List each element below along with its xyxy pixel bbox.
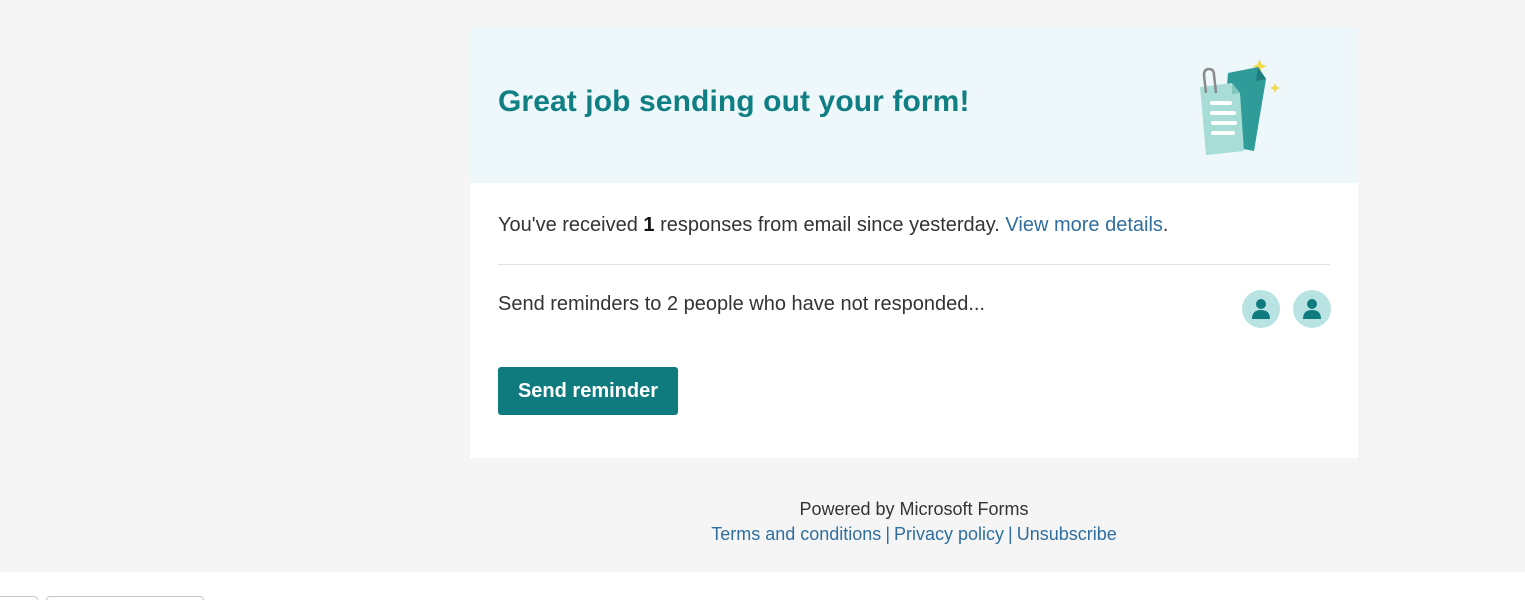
forms-document-illustration-icon bbox=[1200, 59, 1280, 155]
send-reminder-button[interactable]: Send reminder bbox=[498, 367, 678, 415]
footer-links: Terms and conditions | Privacy policy | Unsu… bbox=[470, 522, 1358, 547]
notification-card: Great job sending out your form! You've … bbox=[470, 27, 1358, 458]
email-canvas: Great job sending out your form! You've … bbox=[0, 0, 1525, 572]
divider bbox=[498, 264, 1330, 265]
powered-by-text: Powered by Microsoft Forms bbox=[799, 499, 1029, 519]
footer-separator: | bbox=[885, 524, 890, 544]
summary-trailing: . bbox=[1162, 214, 1169, 236]
terms-and-conditions-link[interactable]: Terms and conditions bbox=[711, 524, 881, 544]
hero-banner: Great job sending out your form! bbox=[470, 27, 1358, 183]
view-more-details-link[interactable]: View more details bbox=[1005, 214, 1162, 236]
footer-separator: | bbox=[1008, 524, 1013, 544]
summary-prefix: You've received bbox=[498, 214, 644, 236]
response-count: 1 bbox=[643, 214, 655, 236]
avatar bbox=[1242, 290, 1280, 328]
bottom-toolbar-button[interactable] bbox=[46, 596, 204, 600]
unsubscribe-link[interactable]: Unsubscribe bbox=[1017, 524, 1117, 544]
person-icon bbox=[1252, 299, 1270, 319]
responses-summary: You've received 1 responses from email s… bbox=[498, 214, 1168, 237]
avatar bbox=[1293, 290, 1331, 328]
email-footer: Powered by Microsoft Forms Terms and con… bbox=[470, 497, 1358, 547]
reminder-text: Send reminders to 2 people who have not … bbox=[498, 293, 985, 315]
bottom-toolbar-button[interactable] bbox=[0, 596, 38, 600]
pending-respondents-avatars bbox=[1242, 290, 1331, 328]
hero-title: Great job sending out your form! bbox=[498, 85, 970, 118]
person-icon bbox=[1303, 299, 1321, 319]
summary-suffix: responses from email since yesterday. bbox=[654, 214, 1006, 236]
privacy-policy-link[interactable]: Privacy policy bbox=[894, 524, 1004, 544]
